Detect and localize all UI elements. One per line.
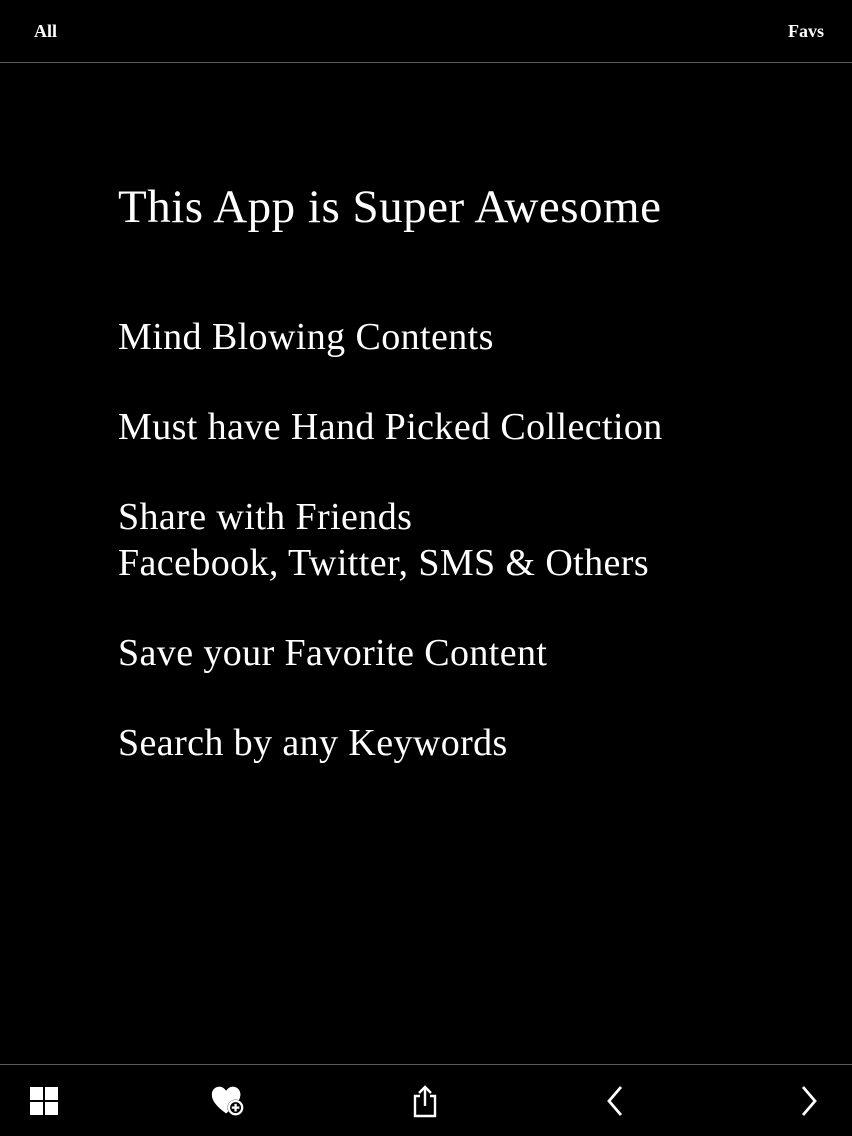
grid-icon xyxy=(30,1087,58,1115)
page-title: This App is Super Awesome xyxy=(118,181,662,233)
content-area: This App is Super Awesome Mind Blowing C… xyxy=(118,178,818,810)
feature-line: Share with Friends xyxy=(118,496,413,538)
chevron-left-icon xyxy=(607,1086,623,1116)
feature-line: Facebook, Twitter, SMS & Others xyxy=(118,542,650,584)
share-button[interactable] xyxy=(407,1083,443,1119)
feature-item: Mind Blowing Contents xyxy=(118,316,494,358)
all-button[interactable]: All xyxy=(34,21,57,42)
share-icon xyxy=(413,1085,437,1118)
favs-button[interactable]: Favs xyxy=(788,21,824,42)
chevron-right-icon xyxy=(801,1086,817,1116)
grid-button[interactable] xyxy=(26,1083,62,1119)
previous-button[interactable] xyxy=(598,1083,634,1119)
bottom-toolbar xyxy=(0,1064,852,1136)
feature-item: Save your Favorite Content xyxy=(118,632,548,674)
add-favorite-button[interactable] xyxy=(210,1083,246,1119)
next-button[interactable] xyxy=(790,1083,826,1119)
feature-item: Share with Friends Facebook, Twitter, SM… xyxy=(118,494,818,586)
feature-item: Must have Hand Picked Collection xyxy=(118,406,663,448)
feature-item: Search by any Keywords xyxy=(118,722,508,764)
top-bar: All Favs xyxy=(0,0,852,63)
heart-add-icon xyxy=(211,1086,244,1116)
